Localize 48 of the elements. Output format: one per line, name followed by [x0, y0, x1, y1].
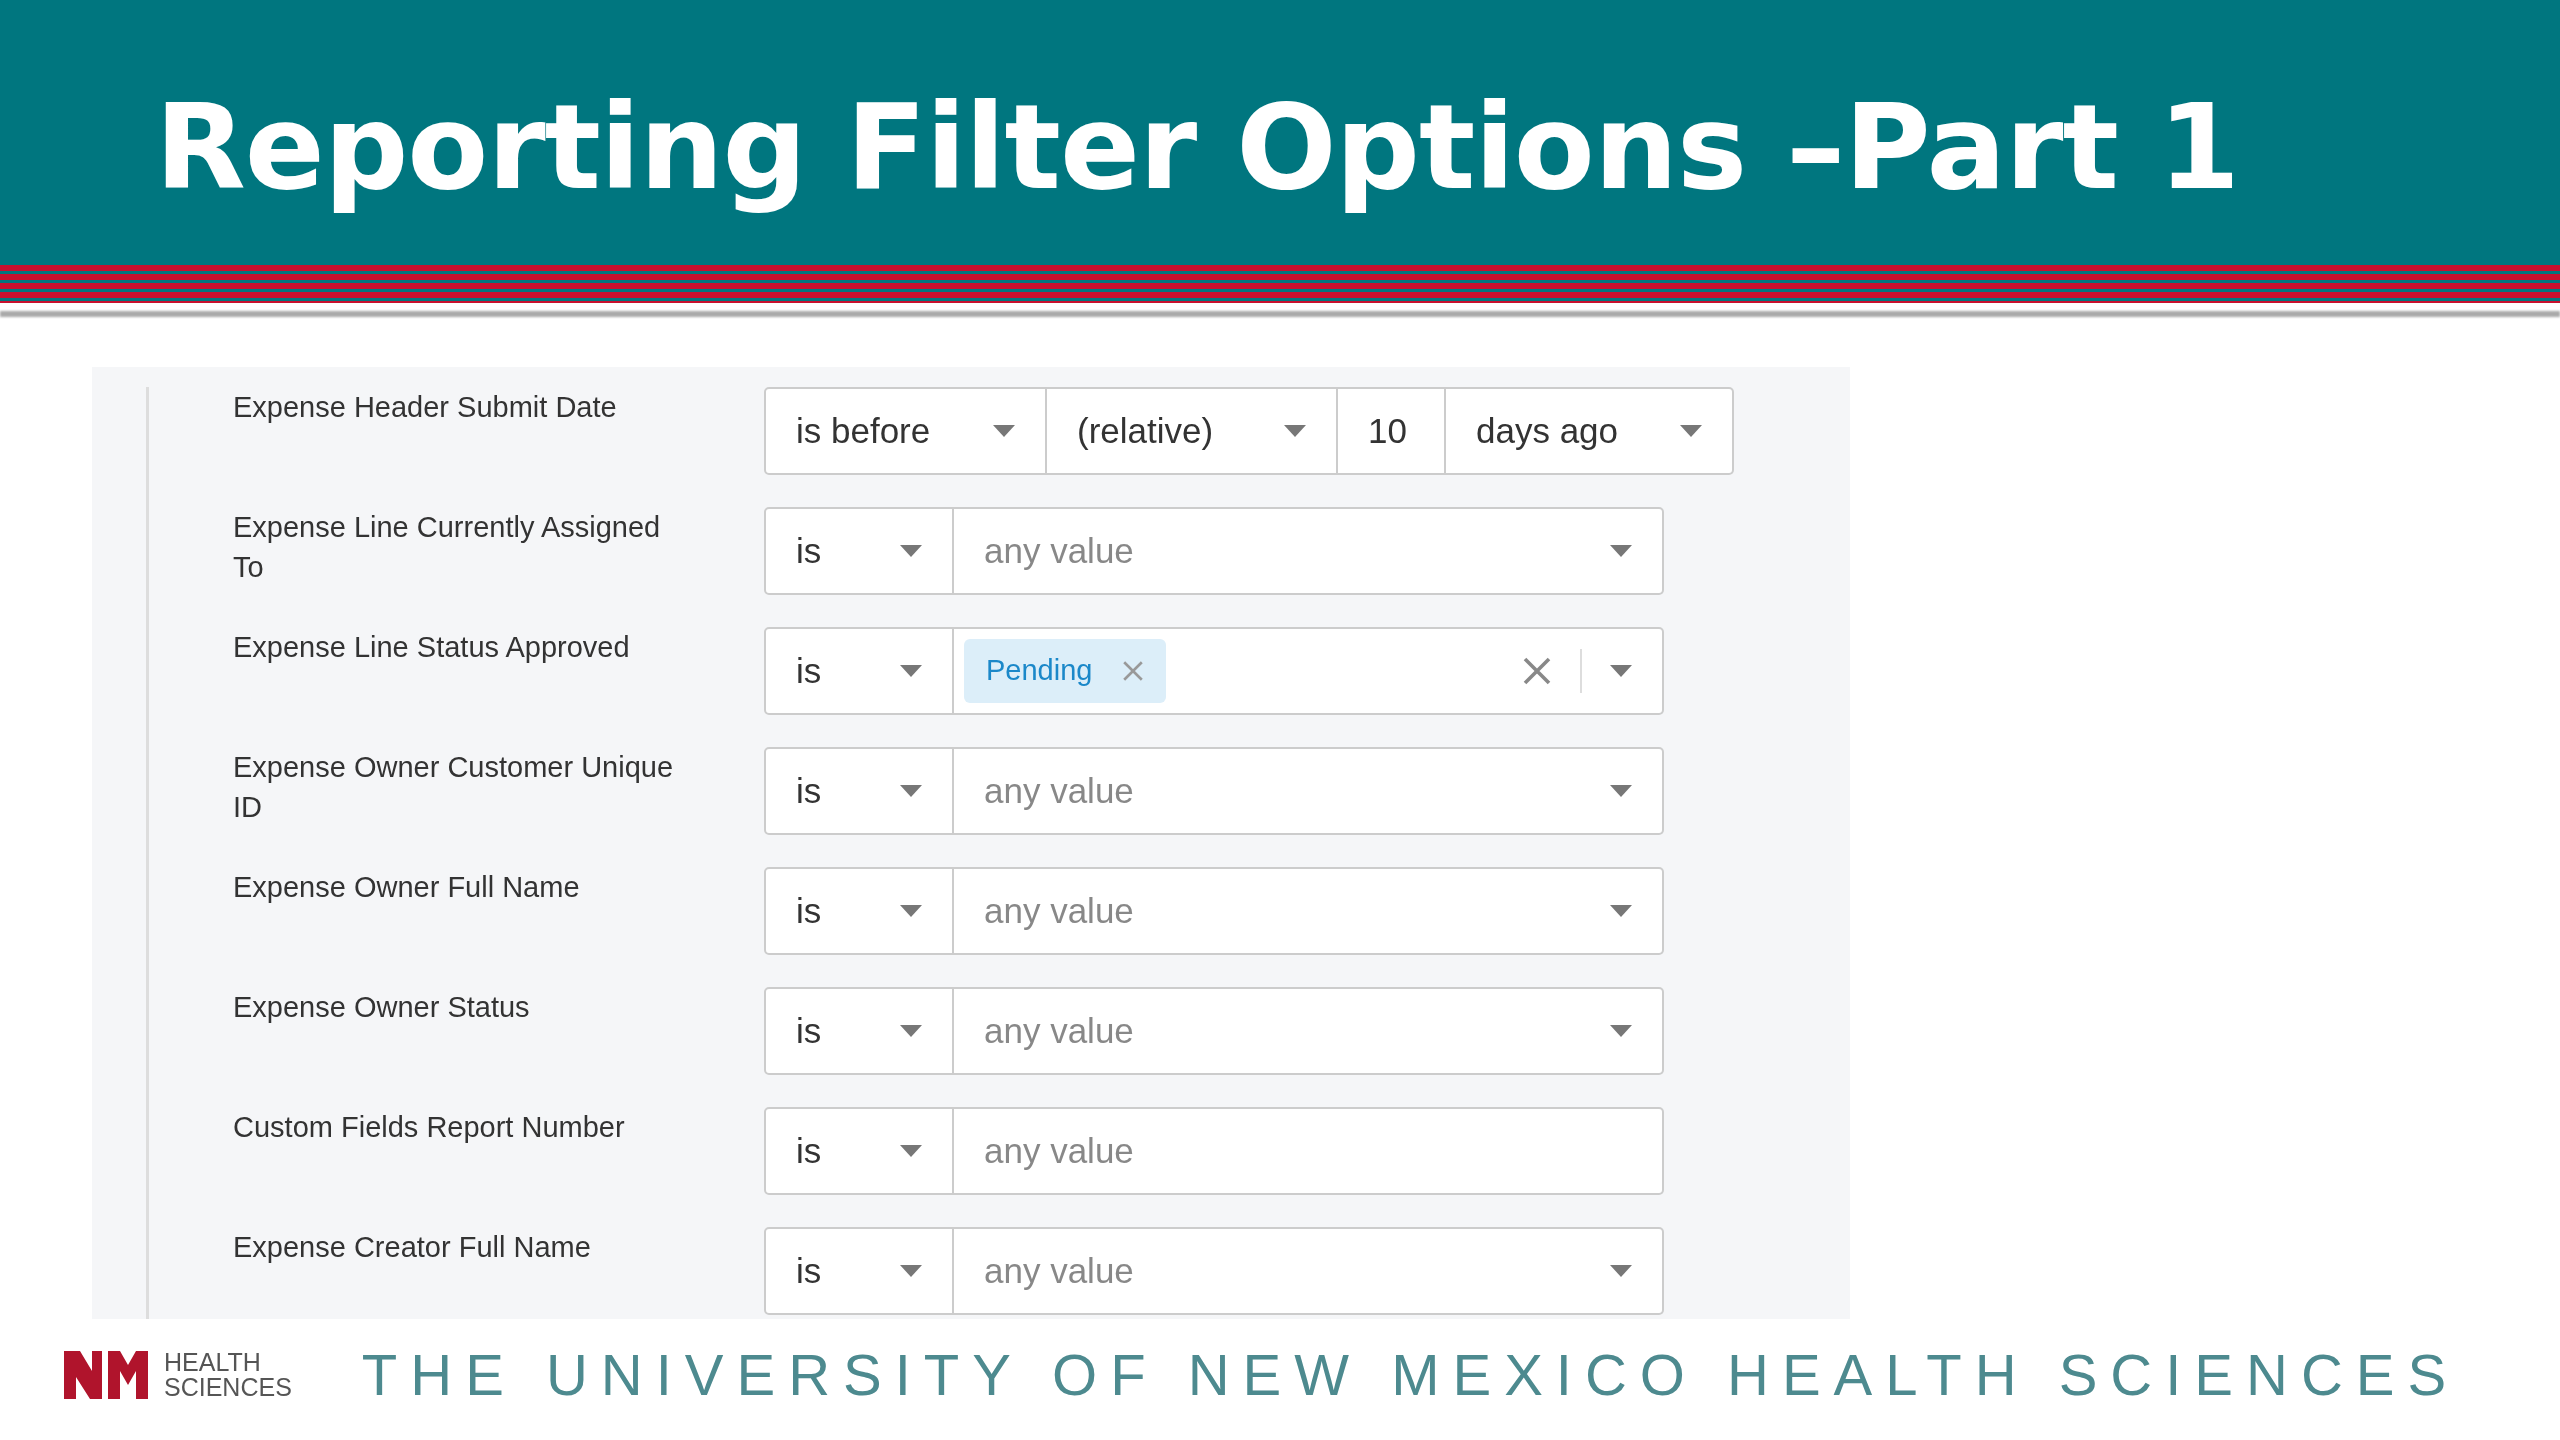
slide-title: Reporting Filter Options –Part 1: [155, 76, 2239, 218]
filter-label: Expense Line Currently Assigned To: [233, 510, 662, 585]
filter-label: Expense Header Submit Date: [233, 390, 618, 425]
filter-label: Expense Owner Customer Unique ID: [233, 750, 675, 825]
close-icon[interactable]: [1122, 660, 1145, 682]
logo-text: HEALTH: [164, 1349, 262, 1375]
caret-icon: [1610, 785, 1632, 797]
value-dropdown[interactable]: any value: [954, 747, 1664, 835]
caret-icon: [1610, 1025, 1632, 1037]
operator-dropdown[interactable]: is: [764, 1107, 954, 1195]
caret-icon: [1284, 425, 1306, 437]
caret-icon: [900, 905, 922, 917]
caret-icon: [900, 1145, 922, 1157]
logo-text: SCIENCES: [164, 1374, 292, 1400]
filter-label: Expense Owner Status: [233, 990, 531, 1025]
close-icon[interactable]: [1522, 656, 1552, 686]
caret-icon: [900, 1025, 922, 1037]
tagline: THE UNIVERSITY OF NEW MEXICO HEALTH SCIENCES: [361, 1341, 2460, 1409]
mode-dropdown[interactable]: (relative): [1047, 387, 1338, 475]
operator-dropdown[interactable]: is before: [764, 387, 1047, 475]
unit-dropdown[interactable]: days ago: [1446, 387, 1734, 475]
value-dropdown[interactable]: any value: [954, 507, 1664, 595]
operator-dropdown[interactable]: is: [764, 747, 954, 835]
caret-icon: [900, 665, 922, 677]
operator-dropdown[interactable]: is: [764, 507, 954, 595]
caret-icon: [1680, 425, 1702, 437]
caret-icon: [900, 785, 922, 797]
filter-label: Expense Owner Full Name: [233, 870, 581, 905]
caret-icon: [1610, 545, 1632, 557]
caret-icon: [900, 1265, 922, 1277]
value-dropdown[interactable]: any value: [954, 867, 1664, 955]
filter-label: Custom Fields Report Number: [233, 1110, 626, 1145]
value-field[interactable]: any value: [954, 1107, 1664, 1195]
caret-icon: [1610, 905, 1632, 917]
operator-dropdown[interactable]: is: [764, 987, 954, 1075]
caret-icon: [900, 545, 922, 557]
caret-icon: [993, 425, 1015, 437]
filter-label: Expense Line Status Approved: [233, 630, 631, 665]
operator-dropdown[interactable]: is: [764, 1227, 954, 1315]
caret-icon: [1610, 665, 1632, 677]
amount-field[interactable]: 10: [1338, 387, 1446, 475]
operator-dropdown[interactable]: is: [764, 627, 954, 715]
value-dropdown[interactable]: any value: [954, 1227, 1664, 1315]
operator-dropdown[interactable]: is: [764, 867, 954, 955]
value-dropdown[interactable]: any value: [954, 987, 1664, 1075]
filter-label: Expense Creator Full Name: [233, 1230, 592, 1265]
tag-label: Pending: [986, 653, 1093, 689]
caret-icon: [1610, 1265, 1632, 1277]
